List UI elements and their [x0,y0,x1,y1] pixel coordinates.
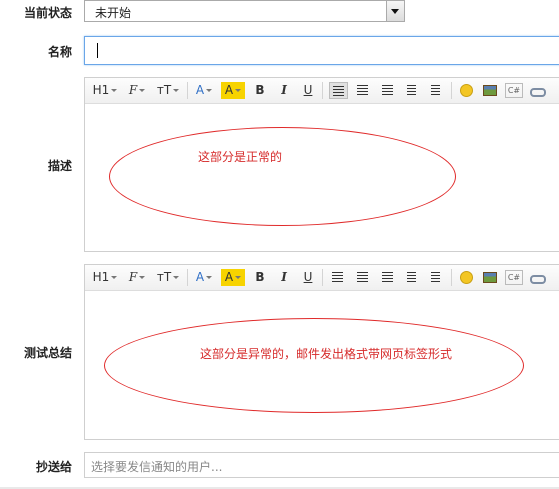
cc-input[interactable]: 选择要发信通知的用户... [84,452,559,478]
annotation-ellipse [109,127,456,226]
bg-color-button[interactable]: A [221,269,245,286]
ordered-list-icon[interactable] [401,82,420,99]
status-label: 当前状态 [23,6,72,20]
name-input[interactable] [84,36,559,65]
italic-button[interactable]: I [277,269,291,286]
text-caret [97,43,98,58]
summary-toolbar: H1 F тT A A B I U C# [85,265,559,291]
heading-dropdown[interactable]: H1 [91,82,119,99]
align-left-icon[interactable] [329,82,348,99]
align-center-icon[interactable] [353,82,372,99]
summary-label: 测试总结 [23,346,72,360]
cc-label: 抄送给 [35,460,72,474]
emoji-icon[interactable] [457,82,475,99]
ordered-list-icon[interactable] [401,269,420,286]
bold-button[interactable]: B [253,269,267,286]
toolbar-separator [187,82,188,99]
underline-button[interactable]: U [301,82,315,99]
toolbar-separator [451,82,452,99]
summary-editor[interactable]: H1 F тT A A B I U C# 这部分是异常的，邮件发出格式带网页标签… [84,264,559,440]
link-icon[interactable] [529,82,547,99]
code-icon[interactable]: C# [505,83,523,98]
underline-button[interactable]: U [301,269,315,286]
summary-note: 这部分是异常的，邮件发出格式带网页标签形式 [200,347,453,361]
description-toolbar: H1 F тT A A B I U C# [85,78,559,104]
status-select[interactable]: 未开始 [84,0,405,22]
font-size-dropdown[interactable]: тT [155,269,181,286]
code-icon[interactable]: C# [505,270,523,285]
bold-button[interactable]: B [253,82,267,99]
description-note: 这部分是正常的 [198,150,283,164]
align-right-icon[interactable] [377,82,396,99]
align-center-icon[interactable] [353,269,372,286]
toolbar-separator [322,82,323,99]
align-right-icon[interactable] [377,269,396,286]
toolbar-separator [322,269,323,286]
link-icon[interactable] [529,269,547,286]
name-label: 名称 [47,45,72,59]
description-editor[interactable]: H1 F тT A A B I U C# 这部分是正常的 [84,77,559,252]
unordered-list-icon[interactable] [425,269,444,286]
annotation-ellipse [104,318,524,413]
cc-placeholder: 选择要发信通知的用户... [91,460,223,474]
status-select-value: 未开始 [95,6,132,20]
toolbar-separator [187,269,188,286]
font-size-dropdown[interactable]: тT [155,82,181,99]
chevron-down-icon[interactable] [386,1,404,21]
description-label: 描述 [47,159,72,173]
bg-color-button[interactable]: A [221,82,245,99]
font-color-button[interactable]: A [193,269,215,286]
emoji-icon[interactable] [457,269,475,286]
font-family-dropdown[interactable]: F [125,269,149,286]
font-color-button[interactable]: A [193,82,215,99]
toolbar-separator [451,269,452,286]
unordered-list-icon[interactable] [425,82,444,99]
heading-dropdown[interactable]: H1 [91,269,119,286]
align-left-icon[interactable] [329,269,348,286]
italic-button[interactable]: I [277,82,291,99]
image-icon[interactable] [481,82,499,99]
font-family-dropdown[interactable]: F [125,82,149,99]
image-icon[interactable] [481,269,499,286]
